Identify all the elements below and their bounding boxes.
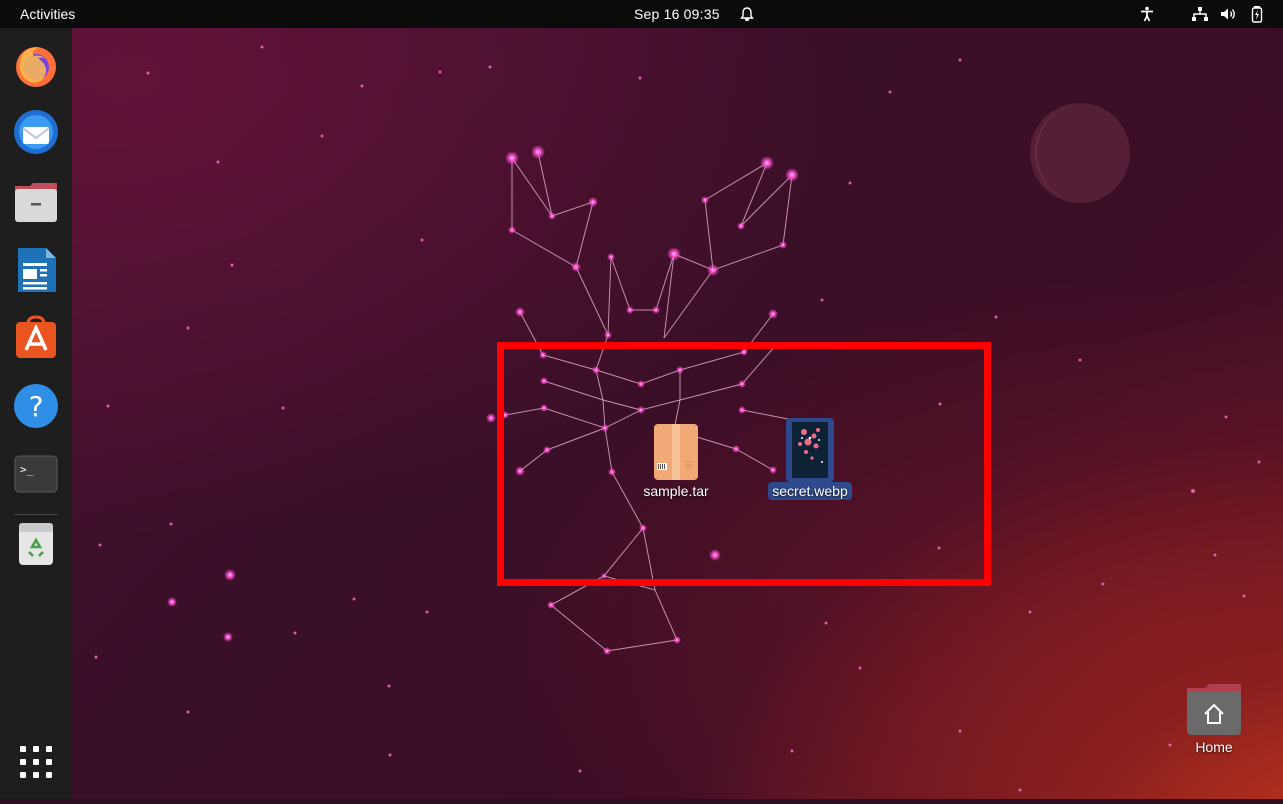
battery-icon[interactable] [1248,5,1266,23]
red-highlight-box [497,342,991,586]
dock: ? >_ [0,28,72,799]
home-folder-icon [1185,682,1243,738]
activities-button[interactable]: Activities [20,6,75,22]
files-icon[interactable] [12,178,60,226]
writer-icon[interactable] [12,246,60,294]
desktop-home-folder[interactable]: Home [1170,682,1258,757]
trash-icon[interactable] [12,520,60,568]
terminal-icon[interactable]: >_ [12,450,60,498]
notification-bell-icon[interactable] [738,5,756,23]
accessibility-icon[interactable] [1138,5,1156,23]
firefox-icon[interactable] [12,42,60,90]
svg-text:?: ? [29,390,44,423]
svg-text:>_: >_ [20,463,34,476]
clock[interactable]: Sep 16 09:35 [634,6,720,22]
network-icon[interactable] [1191,5,1209,23]
volume-icon[interactable] [1219,5,1237,23]
top-bar: Activities Sep 16 09:35 [0,0,1283,28]
thunderbird-icon[interactable] [12,108,60,156]
grid-icon[interactable] [14,740,58,784]
home-label: Home [1195,739,1233,755]
software-icon[interactable] [12,314,60,362]
dock-separator [14,514,58,515]
help-icon[interactable]: ? [12,382,60,430]
